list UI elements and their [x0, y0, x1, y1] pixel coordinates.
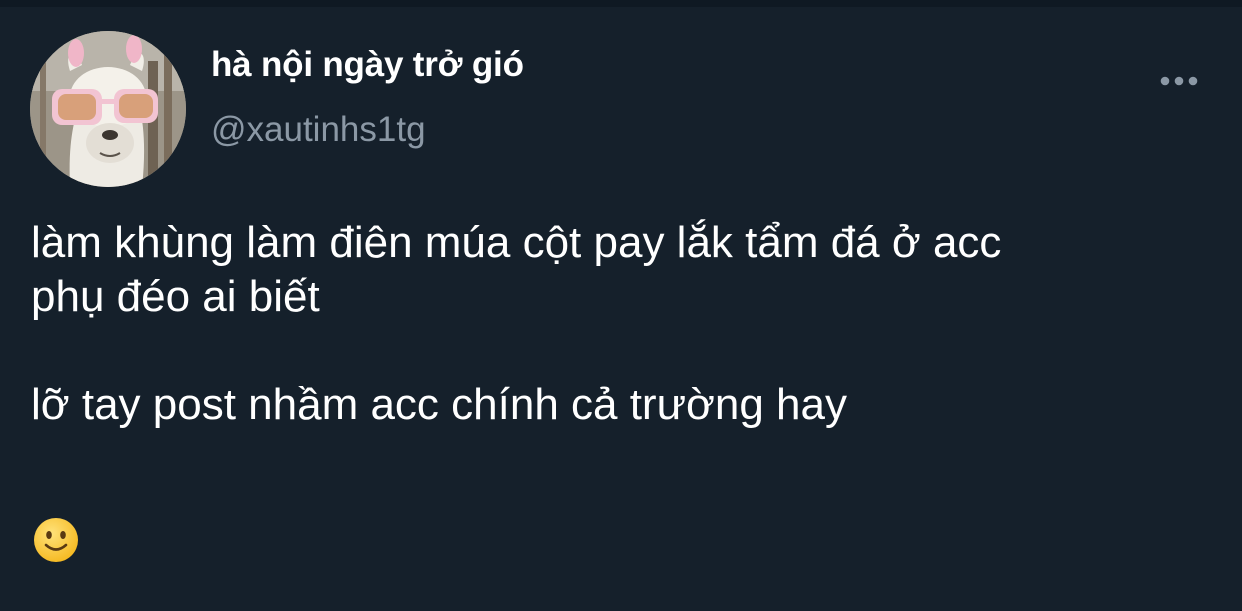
- slightly-smiling-face-icon: [33, 517, 79, 563]
- alpaca-avatar-icon: [30, 31, 186, 187]
- author-display-name[interactable]: hà nội ngày trở gió: [211, 45, 524, 85]
- tweet-text-line: phụ đéo ai biết: [31, 272, 320, 321]
- top-divider: [0, 0, 1242, 7]
- more-options-button[interactable]: [1152, 64, 1206, 98]
- tweet-text-line: làm khùng làm điên múa cột pay lắk tẩm đ…: [31, 218, 1002, 267]
- author-avatar[interactable]: [30, 31, 186, 187]
- tweet-text-line: lỡ tay post nhầm acc chính cả trường hay: [31, 380, 847, 429]
- more-options-icon: [1160, 76, 1198, 86]
- tweet-body: làm khùng làm điên múa cột pay lắk tẩm đ…: [31, 216, 1221, 432]
- author-handle[interactable]: @xautinhs1tg: [211, 110, 426, 150]
